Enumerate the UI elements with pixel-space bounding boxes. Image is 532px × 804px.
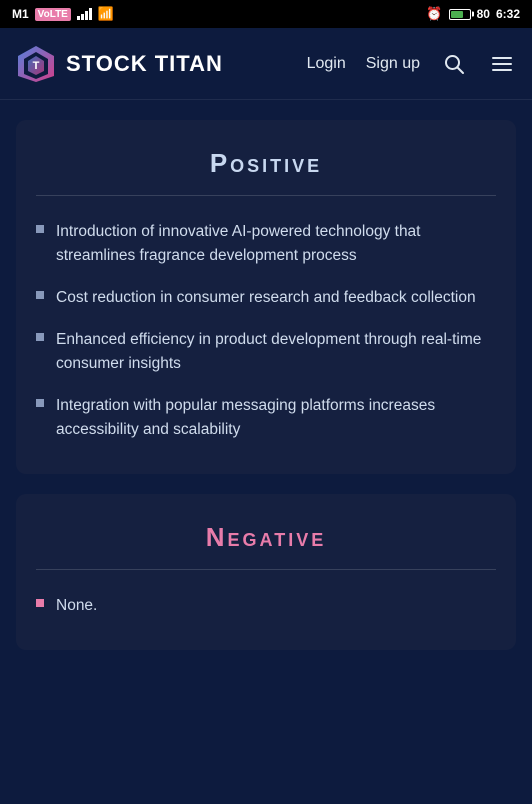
list-item: Introduction of innovative AI-powered te… xyxy=(36,220,496,268)
svg-text:T: T xyxy=(33,60,40,72)
alarm-icon: ⏰ xyxy=(426,6,442,22)
logo-container: T STOCK TITAN xyxy=(16,44,307,84)
bullet-icon xyxy=(36,225,44,233)
status-bar: M1 VoLTE 📶 ⏰ 80 6:32 xyxy=(0,0,532,28)
bullet-icon xyxy=(36,599,44,607)
status-left: M1 VoLTE 📶 xyxy=(12,6,114,22)
list-item: Enhanced efficiency in product developme… xyxy=(36,328,496,376)
login-link[interactable]: Login xyxy=(307,55,346,73)
carrier-label: M1 xyxy=(12,7,29,21)
time-label: 6:32 xyxy=(496,7,520,21)
nav-links: Login Sign up xyxy=(307,50,516,78)
wifi-icon: 📶 xyxy=(98,6,114,22)
list-item-text: Cost reduction in consumer research and … xyxy=(56,286,476,310)
negative-title: Negative xyxy=(36,522,496,553)
list-item-text: Introduction of innovative AI-powered te… xyxy=(56,220,496,268)
search-icon[interactable] xyxy=(440,50,468,78)
signal-icon xyxy=(77,8,92,20)
battery-icon xyxy=(449,9,471,20)
positive-list: Introduction of innovative AI-powered te… xyxy=(36,220,496,442)
main-content: Positive Introduction of innovative AI-p… xyxy=(0,100,532,690)
logo-text: STOCK TITAN xyxy=(66,51,223,77)
positive-title: Positive xyxy=(36,148,496,179)
bullet-icon xyxy=(36,399,44,407)
negative-divider xyxy=(36,569,496,570)
positive-divider xyxy=(36,195,496,196)
signup-link[interactable]: Sign up xyxy=(366,55,420,73)
list-item: Cost reduction in consumer research and … xyxy=(36,286,496,310)
logo-icon: T xyxy=(16,44,56,84)
list-item: None. xyxy=(36,594,496,618)
battery-percent: 80 xyxy=(477,7,490,21)
bullet-icon xyxy=(36,291,44,299)
navbar: T STOCK TITAN Login Sign up xyxy=(0,28,532,100)
list-item-text: None. xyxy=(56,594,97,618)
menu-icon[interactable] xyxy=(488,50,516,78)
list-item: Integration with popular messaging platf… xyxy=(36,394,496,442)
negative-section: Negative None. xyxy=(16,494,516,650)
negative-list: None. xyxy=(36,594,496,618)
network-type-label: VoLTE xyxy=(35,8,71,21)
list-item-text: Enhanced efficiency in product developme… xyxy=(56,328,496,376)
list-item-text: Integration with popular messaging platf… xyxy=(56,394,496,442)
status-right: ⏰ 80 6:32 xyxy=(426,6,520,22)
positive-section: Positive Introduction of innovative AI-p… xyxy=(16,120,516,474)
bullet-icon xyxy=(36,333,44,341)
